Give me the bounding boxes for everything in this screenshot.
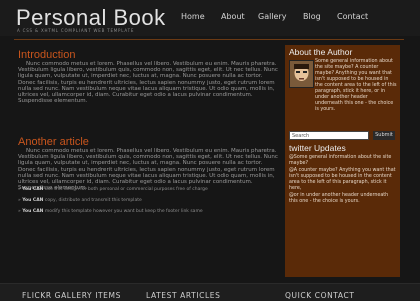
about-heading: About the Author <box>289 47 353 57</box>
twitter-heading: twitter Updates <box>289 143 346 153</box>
intro-body: Nunc commodo metus et lorem. Phasellus v… <box>18 61 278 105</box>
search-input[interactable]: Search <box>289 131 369 140</box>
license-list: » You CAN use this design for both perso… <box>18 187 280 220</box>
tweet-item: @Some general information about the site… <box>289 155 392 166</box>
nav-blog[interactable]: Blog <box>303 12 321 21</box>
latest-articles-heading: LATEST ARTICLES <box>146 291 221 300</box>
sidebar: About the Author Some general informatio… <box>285 45 400 277</box>
avatar-icon <box>290 61 313 87</box>
quick-contact-heading: QUICK CONTACT <box>285 291 355 300</box>
nav-gallery[interactable]: Gallery <box>258 12 287 21</box>
intro-heading: Introduction <box>18 49 76 61</box>
article-body: Nunc commodo metus et lorem. Phasellus v… <box>18 148 278 192</box>
search-submit-button[interactable]: Submit <box>373 131 395 140</box>
author-avatar <box>289 60 314 88</box>
header-divider <box>14 39 404 40</box>
site-header: Personal Book A CSS & XHTML COMPLIANT WE… <box>0 0 420 36</box>
about-text: Some general information about the site … <box>315 59 397 112</box>
list-item: » You CAN copy, distribute and transmit … <box>18 198 142 203</box>
tweet-item: @or in under another header underneath t… <box>289 193 389 204</box>
nav-about[interactable]: About <box>221 12 245 21</box>
article-heading: Another article <box>18 136 89 148</box>
article-section: Another article Nunc commodo metus et lo… <box>18 136 280 191</box>
list-item: » You CAN use this design for both perso… <box>18 187 208 192</box>
list-item: » You CAN modify this template however y… <box>18 209 203 214</box>
nav-contact[interactable]: Contact <box>337 12 368 21</box>
tweet-item: @A counter maybe? Anything you want that… <box>289 168 396 191</box>
intro-section: Introduction Nunc commodo metus et lorem… <box>18 49 280 104</box>
site-tagline: A CSS & XHTML COMPLIANT WEB TEMPLATE <box>17 28 135 33</box>
main-nav: Home About Gallery Blog Contact <box>0 12 420 26</box>
nav-home[interactable]: Home <box>181 12 205 21</box>
flickr-heading: FLICKR GALLERY ITEMS <box>22 291 121 300</box>
